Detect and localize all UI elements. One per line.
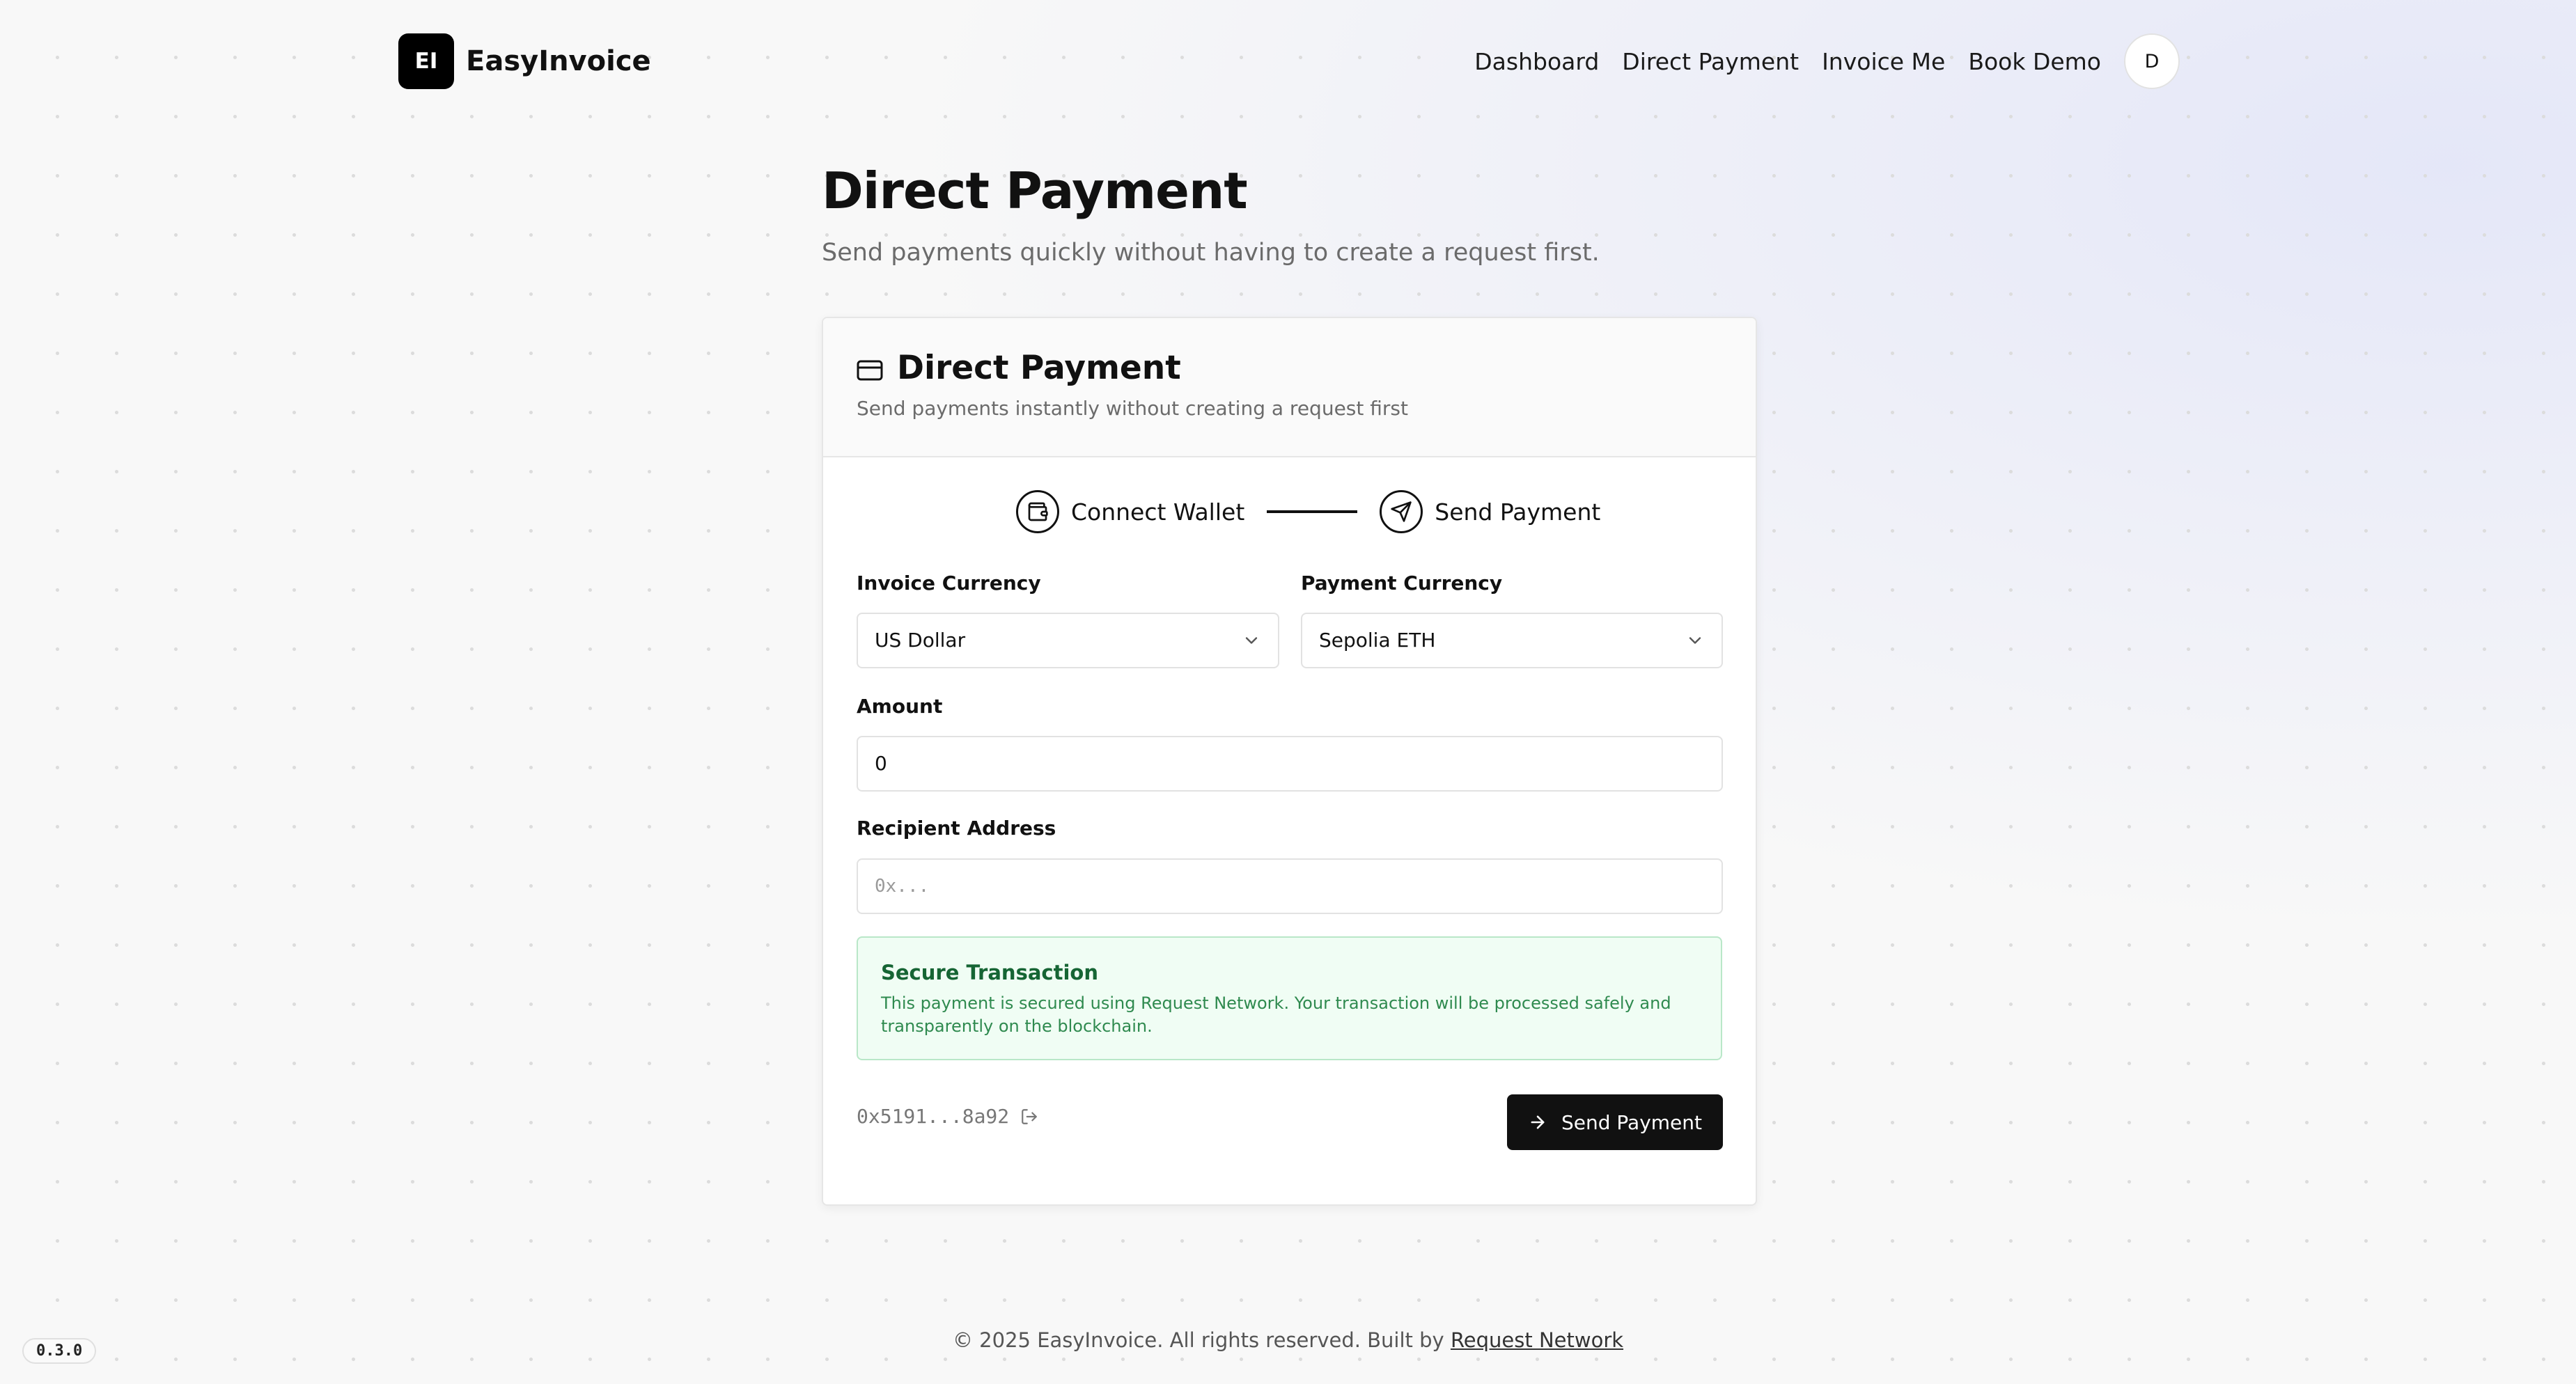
- recipient-address-label: Recipient Address: [857, 817, 1056, 840]
- wallet-address: 0x5191...8a92: [857, 1105, 1010, 1128]
- invoice-currency-value: US Dollar: [875, 629, 966, 652]
- main-nav: Dashboard Direct Payment Invoice Me Book…: [1474, 33, 2180, 89]
- step-connect-wallet: Connect Wallet: [1071, 498, 1245, 526]
- brand-name[interactable]: EasyInvoice: [466, 33, 651, 89]
- amount-input[interactable]: 0: [857, 736, 1723, 792]
- nav-link-invoice-me[interactable]: Invoice Me: [1822, 48, 1945, 75]
- send-icon: [1380, 490, 1423, 533]
- footer-text: © 2025 EasyInvoice. All rights reserved.…: [952, 1328, 1444, 1352]
- send-payment-button[interactable]: Send Payment: [1507, 1094, 1723, 1150]
- nav-link-book-demo[interactable]: Book Demo: [1968, 48, 2101, 75]
- payment-currency-value: Sepolia ETH: [1319, 629, 1436, 652]
- credit-card-icon: [857, 360, 883, 384]
- footer: © 2025 EasyInvoice. All rights reserved.…: [0, 1328, 2576, 1352]
- version-badge: 0.3.0: [22, 1338, 97, 1364]
- step-send-payment: Send Payment: [1435, 498, 1601, 526]
- page-subtitle: Send payments quickly without having to …: [822, 239, 1600, 267]
- payment-currency-label: Payment Currency: [1301, 572, 1503, 595]
- recipient-address-input[interactable]: [875, 861, 1705, 911]
- invoice-currency-select[interactable]: US Dollar: [857, 613, 1279, 668]
- logo-badge[interactable]: EI: [398, 33, 454, 89]
- disconnect-icon[interactable]: [1020, 1108, 1038, 1126]
- footer-link-request-network[interactable]: Request Network: [1451, 1328, 1623, 1352]
- invoice-currency-label: Invoice Currency: [857, 572, 1041, 595]
- card-description: Send payments instantly without creating…: [857, 397, 1408, 420]
- secure-transaction-text: This payment is secured using Request Ne…: [881, 993, 1671, 1036]
- send-payment-label: Send Payment: [1561, 1110, 1702, 1134]
- chevron-down-icon: [1685, 631, 1705, 653]
- recipient-address-field[interactable]: [857, 858, 1723, 914]
- arrow-right-icon: [1528, 1112, 1547, 1132]
- nav-link-direct-payment[interactable]: Direct Payment: [1622, 48, 1799, 75]
- secure-transaction-title: Secure Transaction: [881, 961, 1098, 984]
- card-title: Direct Payment: [897, 349, 1181, 387]
- card-header: Direct Payment Send payments instantly w…: [823, 318, 1756, 457]
- payment-currency-select[interactable]: Sepolia ETH: [1301, 613, 1723, 668]
- amount-label: Amount: [857, 695, 943, 718]
- payment-stepper: Connect Wallet Send Payment: [1016, 489, 1600, 535]
- wallet-icon: [1016, 490, 1059, 533]
- connected-wallet: 0x5191...8a92: [857, 1105, 1038, 1128]
- amount-value: 0: [875, 752, 887, 775]
- secure-transaction-notice: Secure Transaction This payment is secur…: [857, 936, 1722, 1060]
- user-avatar-button[interactable]: D: [2124, 33, 2180, 89]
- nav-link-dashboard[interactable]: Dashboard: [1474, 48, 1599, 75]
- payment-card: Direct Payment Send payments instantly w…: [822, 317, 1757, 1206]
- step-connector: [1267, 510, 1358, 513]
- header: EI EasyInvoice Dashboard Direct Payment …: [398, 33, 2180, 89]
- page-title: Direct Payment: [822, 162, 1248, 220]
- chevron-down-icon: [1242, 631, 1261, 653]
